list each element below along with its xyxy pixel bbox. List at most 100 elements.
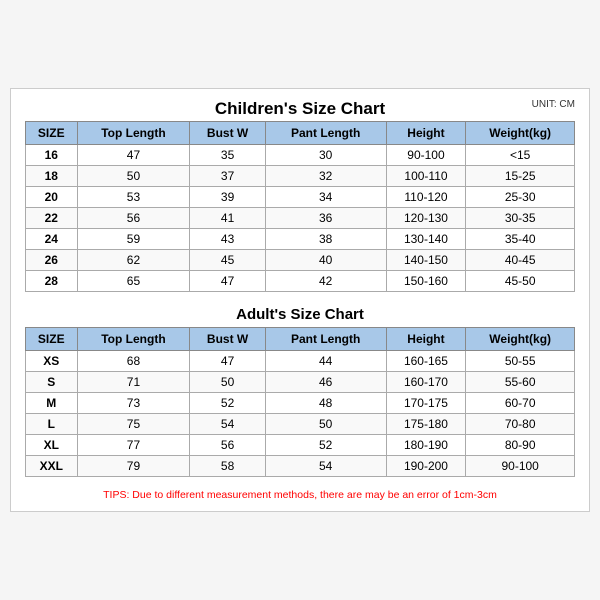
table-cell: 80-90 [466,435,575,456]
table-cell: 54 [190,414,265,435]
table-cell: 190-200 [386,456,466,477]
table-cell: L [26,414,78,435]
table-row: 20533934110-12025-30 [26,187,575,208]
table-cell: 42 [265,271,386,292]
adults-col-weight: Weight(kg) [466,328,575,351]
table-cell: 43 [190,229,265,250]
table-cell: 175-180 [386,414,466,435]
table-cell: 52 [190,393,265,414]
table-cell: 15-25 [466,166,575,187]
adults-title: Adult's Size Chart [25,300,575,327]
table-cell: 30-35 [466,208,575,229]
table-cell: 140-150 [386,250,466,271]
table-row: 28654742150-16045-50 [26,271,575,292]
table-cell: 90-100 [386,145,466,166]
table-cell: 55-60 [466,372,575,393]
table-cell: XXL [26,456,78,477]
adults-col-pant-length: Pant Length [265,328,386,351]
table-cell: 30 [265,145,386,166]
table-cell: 48 [265,393,386,414]
table-row: 22564136120-13030-35 [26,208,575,229]
adults-col-size: SIZE [26,328,78,351]
table-cell: 36 [265,208,386,229]
table-cell: 75 [77,414,190,435]
table-row: S715046160-17055-60 [26,372,575,393]
table-row: 18503732100-11015-25 [26,166,575,187]
table-cell: 41 [190,208,265,229]
table-cell: XS [26,351,78,372]
table-cell: 47 [77,145,190,166]
table-cell: 130-140 [386,229,466,250]
table-cell: S [26,372,78,393]
table-cell: 45 [190,250,265,271]
table-cell: 71 [77,372,190,393]
children-table: SIZE Top Length Bust W Pant Length Heigh… [25,121,575,292]
table-cell: 62 [77,250,190,271]
table-cell: 26 [26,250,78,271]
table-cell: 65 [77,271,190,292]
table-cell: 18 [26,166,78,187]
table-cell: 50 [77,166,190,187]
table-cell: 70-80 [466,414,575,435]
table-cell: 20 [26,187,78,208]
table-row: 24594338130-14035-40 [26,229,575,250]
table-cell: 73 [77,393,190,414]
table-cell: 160-165 [386,351,466,372]
chart-container: Children's Size Chart UNIT: CM SIZE Top … [10,88,590,512]
children-title-text: Children's Size Chart [215,99,385,118]
adults-header-row: SIZE Top Length Bust W Pant Length Heigh… [26,328,575,351]
table-row: XXL795854190-20090-100 [26,456,575,477]
table-cell: 47 [190,271,265,292]
table-row: XS684744160-16550-55 [26,351,575,372]
table-cell: 47 [190,351,265,372]
table-cell: 44 [265,351,386,372]
table-cell: 35-40 [466,229,575,250]
table-cell: 16 [26,145,78,166]
table-cell: 79 [77,456,190,477]
table-cell: 180-190 [386,435,466,456]
table-cell: 52 [265,435,386,456]
adults-col-bust-w: Bust W [190,328,265,351]
table-row: 1647353090-100<15 [26,145,575,166]
adults-col-height: Height [386,328,466,351]
table-cell: <15 [466,145,575,166]
children-col-weight: Weight(kg) [466,122,575,145]
table-cell: M [26,393,78,414]
children-col-pant-length: Pant Length [265,122,386,145]
table-cell: 45-50 [466,271,575,292]
adults-col-top-length: Top Length [77,328,190,351]
table-cell: 38 [265,229,386,250]
children-col-size: SIZE [26,122,78,145]
table-cell: 50 [190,372,265,393]
table-cell: 37 [190,166,265,187]
children-title: Children's Size Chart UNIT: CM [25,99,575,119]
table-cell: 150-160 [386,271,466,292]
table-cell: 28 [26,271,78,292]
table-cell: 60-70 [466,393,575,414]
adults-table: SIZE Top Length Bust W Pant Length Heigh… [25,327,575,477]
table-cell: 50 [265,414,386,435]
adults-title-text: Adult's Size Chart [236,306,364,323]
table-cell: 68 [77,351,190,372]
table-cell: 39 [190,187,265,208]
table-cell: 160-170 [386,372,466,393]
children-col-bust-w: Bust W [190,122,265,145]
table-cell: 35 [190,145,265,166]
table-cell: 54 [265,456,386,477]
table-cell: 22 [26,208,78,229]
table-cell: 46 [265,372,386,393]
unit-label: UNIT: CM [532,99,575,110]
children-col-top-length: Top Length [77,122,190,145]
table-cell: 32 [265,166,386,187]
table-cell: 25-30 [466,187,575,208]
table-row: XL775652180-19080-90 [26,435,575,456]
table-cell: 24 [26,229,78,250]
children-header-row: SIZE Top Length Bust W Pant Length Heigh… [26,122,575,145]
table-cell: 58 [190,456,265,477]
table-cell: 120-130 [386,208,466,229]
table-cell: 40-45 [466,250,575,271]
table-row: 26624540140-15040-45 [26,250,575,271]
tips-text: TIPS: Due to different measurement metho… [25,485,575,501]
table-cell: 100-110 [386,166,466,187]
table-row: M735248170-17560-70 [26,393,575,414]
